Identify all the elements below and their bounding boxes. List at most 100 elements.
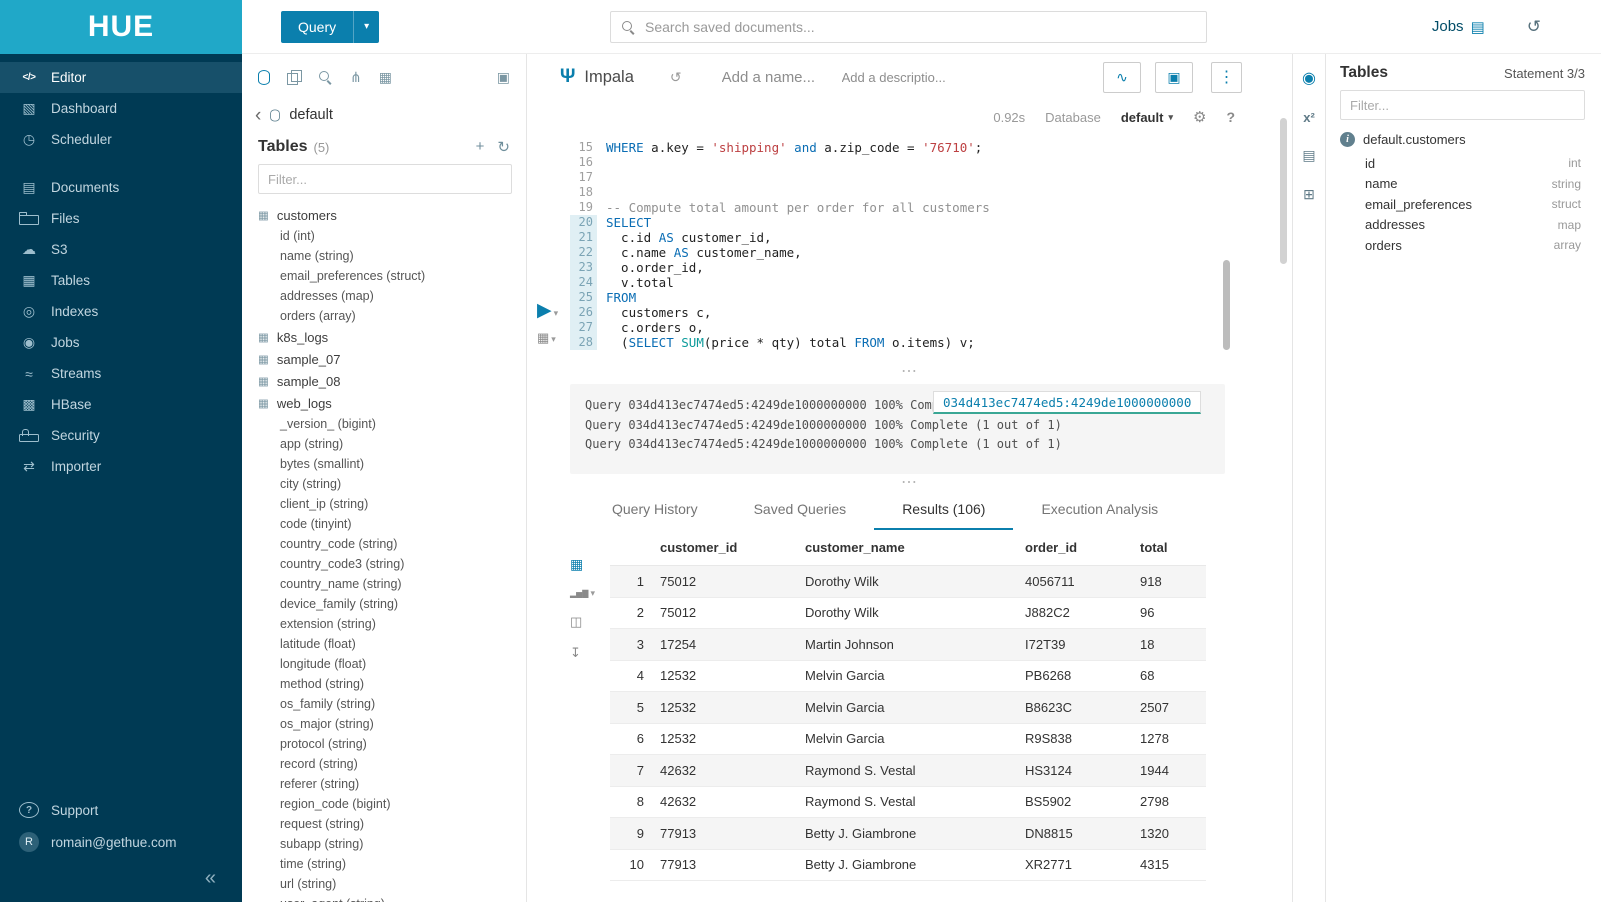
table-item-sample-08[interactable]: ▦sample_08 [258, 370, 526, 392]
column-item[interactable]: _version_ (bigint) [258, 414, 526, 434]
collections-icon[interactable]: ▣ [497, 69, 510, 86]
code-content[interactable]: WHERE a.key = 'shipping' and a.zip_code … [597, 140, 1292, 358]
more-actions-button[interactable]: ⋮ [1211, 62, 1242, 93]
editor-options-button[interactable]: ▦▾ [537, 330, 573, 346]
sidebar-item-indexes[interactable]: ◎Indexes [0, 296, 242, 327]
columns-view-icon[interactable]: ◫ [570, 614, 582, 630]
database-breadcrumb[interactable]: ‹ default [242, 100, 526, 130]
global-history-icon[interactable]: ↺ [1527, 17, 1541, 37]
sidebar-item-files[interactable]: Files [0, 203, 242, 234]
table-item-k8s-logs[interactable]: ▦k8s_logs [258, 326, 526, 348]
support-link[interactable]: ? Support [0, 794, 242, 826]
table-row[interactable]: 175012Dorothy Wilk4056711918 [610, 566, 1206, 598]
table-row[interactable]: 317254Martin JohnsonI72T3918 [610, 629, 1206, 661]
add-table-icon[interactable]: + [476, 138, 485, 156]
assist-filter-input[interactable] [258, 164, 512, 194]
column-item[interactable]: app (string) [258, 434, 526, 454]
column-item[interactable]: country_name (string) [258, 574, 526, 594]
table-row[interactable]: 1077913Betty J. GiambroneXR27714315 [610, 850, 1206, 882]
code-editor[interactable]: ▶▾ ▦▾ 1516171819202122232425262728 WHERE… [527, 134, 1292, 358]
table-item-sample-07[interactable]: ▦sample_07 [258, 348, 526, 370]
code-scrollbar[interactable] [1223, 260, 1230, 350]
databases-source-icon[interactable] [258, 70, 270, 85]
column-item[interactable]: time (string) [258, 854, 526, 874]
query-name-input[interactable] [722, 69, 834, 86]
sitemap-icon[interactable]: ⋔ [350, 69, 362, 86]
apps-grid-icon[interactable]: ▦ [379, 69, 392, 86]
editor-scrollbar[interactable] [1280, 118, 1287, 264]
documents-source-icon[interactable] [287, 70, 301, 84]
functions-icon[interactable]: x² [1303, 110, 1315, 125]
collapse-sidebar-button[interactable]: « [0, 858, 242, 898]
tab-results-106[interactable]: Results (106) [874, 490, 1013, 530]
query-description-input[interactable] [842, 70, 962, 85]
hue-logo[interactable]: HUE [0, 0, 242, 54]
column-item[interactable]: device_family (string) [258, 594, 526, 614]
resize-handle[interactable]: ⋯ [527, 358, 1292, 384]
sidebar-item-documents[interactable]: ▤Documents [0, 172, 242, 203]
column-item[interactable]: id (int) [258, 226, 526, 246]
column-item[interactable]: protocol (string) [258, 734, 526, 754]
column-item-name[interactable]: namestring [1340, 174, 1585, 195]
sidebar-item-scheduler[interactable]: ◷Scheduler [0, 124, 242, 155]
column-item[interactable]: user_agent (string) [258, 894, 526, 902]
chart-view-icon[interactable]: ▂▅▇▾ [570, 588, 595, 599]
table-row[interactable]: 612532Melvin GarciaR9S8381278 [610, 724, 1206, 756]
table-row[interactable]: 842632Raymond S. VestalBS59022798 [610, 787, 1206, 819]
table-row[interactable]: 742632Raymond S. VestalHS31241944 [610, 755, 1206, 787]
language-reference-icon[interactable]: ▤ [1302, 147, 1315, 164]
execute-button[interactable]: ▶ [537, 300, 552, 321]
query-history-icon[interactable]: ↺ [670, 69, 682, 86]
grid-view-icon[interactable]: ▦ [570, 556, 583, 573]
global-search[interactable] [610, 11, 1207, 43]
refresh-tables-icon[interactable]: ↻ [497, 138, 510, 156]
query-id-tooltip[interactable]: 034d413ec7474ed5:4249de1000000000 [933, 391, 1201, 414]
save-button[interactable]: ▣ [1155, 62, 1193, 93]
column-item[interactable]: addresses (map) [258, 286, 526, 306]
table-row[interactable]: 412532Melvin GarciaPB626868 [610, 661, 1206, 693]
new-query-button[interactable]: Query ▾ [281, 11, 379, 43]
sidebar-item-security[interactable]: Security [0, 420, 242, 451]
tab-execution-analysis[interactable]: Execution Analysis [1013, 490, 1186, 530]
column-item[interactable]: request (string) [258, 814, 526, 834]
column-item[interactable]: latitude (float) [258, 634, 526, 654]
sidebar-item-hbase[interactable]: ▩HBase [0, 389, 242, 420]
column-item-email-preferences[interactable]: email_preferencesstruct [1340, 194, 1585, 215]
download-icon[interactable]: ↧ [570, 645, 581, 661]
sidebar-item-importer[interactable]: ⇄Importer [0, 451, 242, 482]
sidebar-item-streams[interactable]: ≈Streams [0, 358, 242, 389]
jobs-button[interactable]: Jobs ▤ [1432, 18, 1485, 36]
tab-query-history[interactable]: Query History [584, 490, 726, 530]
column-item[interactable]: referer (string) [258, 774, 526, 794]
column-item[interactable]: method (string) [258, 674, 526, 694]
user-menu[interactable]: R romain@gethue.com [0, 826, 242, 858]
editor-assistant-icon[interactable]: ◉ [1302, 68, 1316, 88]
table-item-web-logs[interactable]: ▦web_logs [258, 392, 526, 414]
column-item[interactable]: client_ip (string) [258, 494, 526, 514]
column-item[interactable]: longitude (float) [258, 654, 526, 674]
column-item[interactable]: country_code (string) [258, 534, 526, 554]
help-icon[interactable]: ? [1226, 109, 1235, 125]
column-item[interactable]: record (string) [258, 754, 526, 774]
schedule-icon[interactable]: ⊞ [1303, 186, 1315, 203]
sidebar-item-jobs[interactable]: ◉Jobs [0, 327, 242, 358]
column-item-orders[interactable]: ordersarray [1340, 235, 1585, 256]
column-item[interactable]: os_family (string) [258, 694, 526, 714]
resize-handle[interactable]: ⋯ [527, 474, 1292, 490]
tab-saved-queries[interactable]: Saved Queries [726, 490, 875, 530]
table-row[interactable]: 275012Dorothy WilkJ882C296 [610, 598, 1206, 630]
column-item[interactable]: country_code3 (string) [258, 554, 526, 574]
column-item[interactable]: bytes (smallint) [258, 454, 526, 474]
sidebar-item-editor[interactable]: </>Editor [0, 62, 242, 93]
column-item[interactable]: email_preferences (struct) [258, 266, 526, 286]
column-item-addresses[interactable]: addressesmap [1340, 215, 1585, 236]
sidebar-item-dashboard[interactable]: ▧Dashboard [0, 93, 242, 124]
column-item[interactable]: subapp (string) [258, 834, 526, 854]
column-item[interactable]: extension (string) [258, 614, 526, 634]
sidebar-item-s3[interactable]: ☁S3 [0, 234, 242, 265]
column-item[interactable]: code (tinyint) [258, 514, 526, 534]
column-item[interactable]: name (string) [258, 246, 526, 266]
search-input[interactable] [645, 19, 1206, 35]
chevron-left-icon[interactable]: ‹ [255, 106, 261, 125]
table-item-customers[interactable]: ▦customers [258, 204, 526, 226]
